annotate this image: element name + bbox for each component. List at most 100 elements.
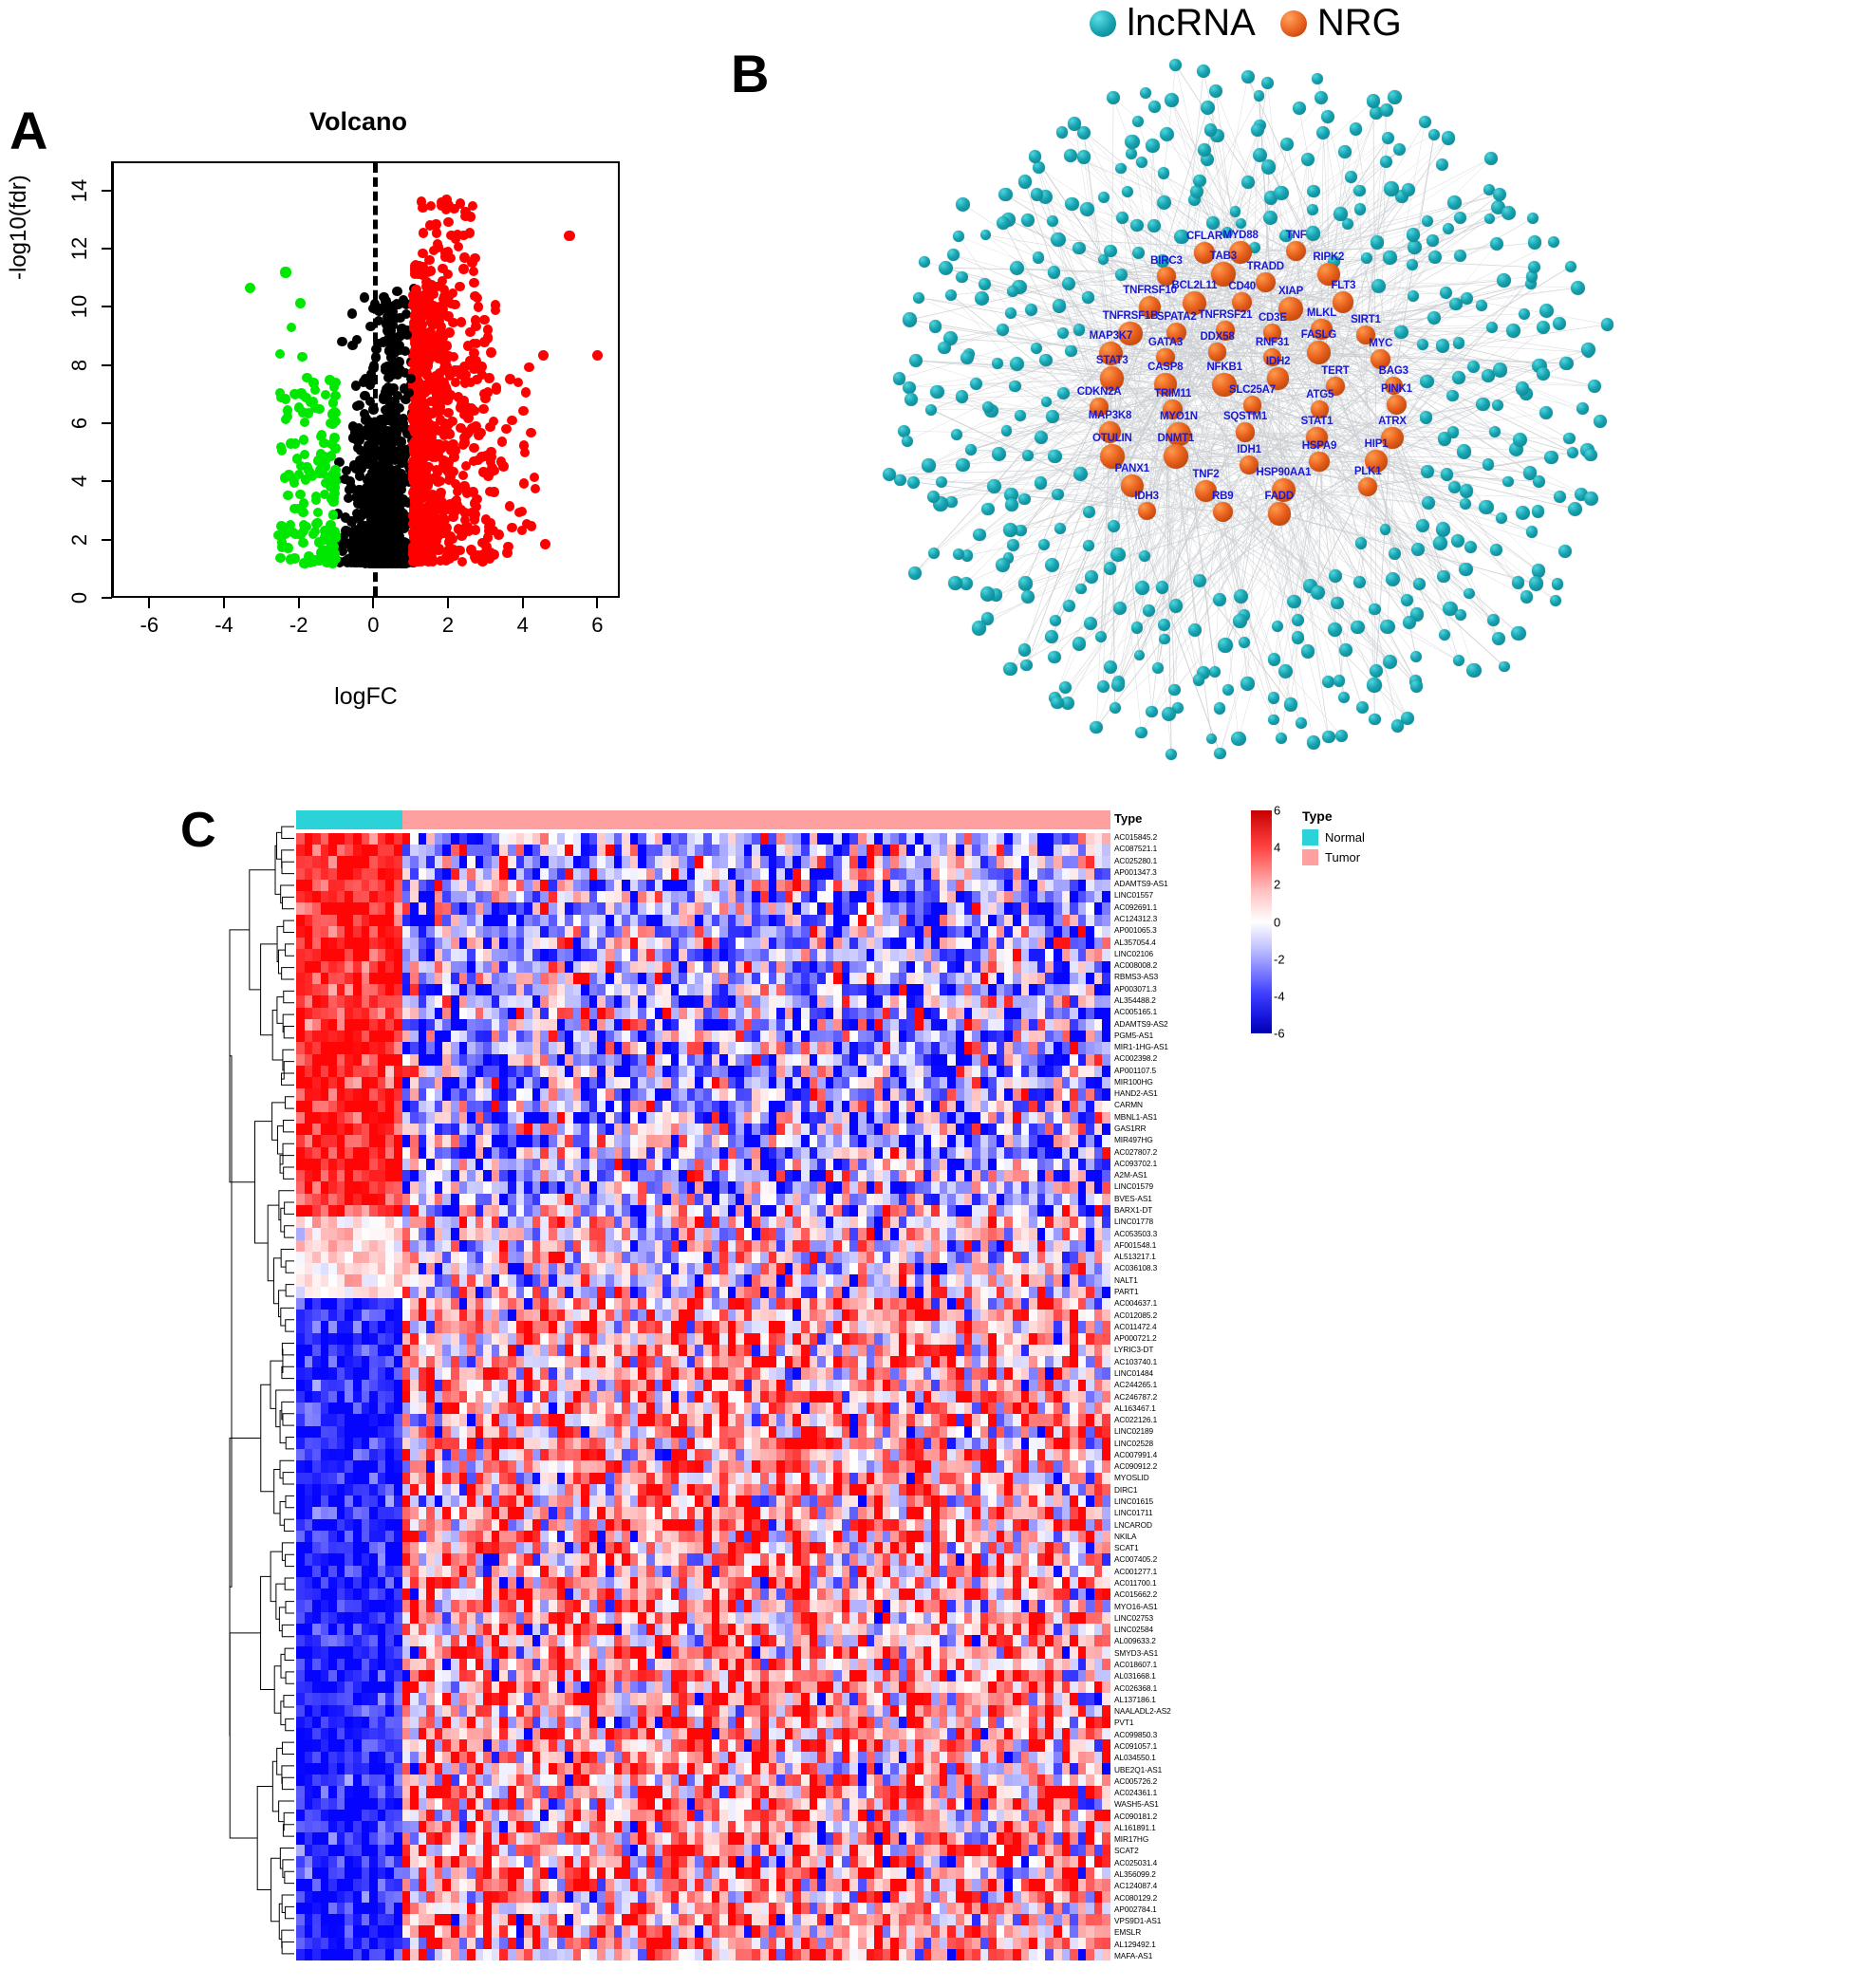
network-node-lncrna[interactable] bbox=[1017, 576, 1033, 591]
network-node-lncrna[interactable] bbox=[1439, 287, 1452, 299]
network-node-lncrna[interactable] bbox=[1390, 718, 1405, 733]
network-node-lncrna[interactable] bbox=[1050, 232, 1066, 248]
network-node-lncrna[interactable] bbox=[907, 567, 922, 580]
network-node-lncrna[interactable] bbox=[903, 312, 918, 327]
network-node-lncrna[interactable] bbox=[1553, 490, 1566, 503]
network-node-lncrna[interactable] bbox=[1464, 587, 1475, 600]
network-node-lncrna[interactable] bbox=[1345, 170, 1357, 183]
network-node-lncrna[interactable] bbox=[1039, 353, 1053, 367]
network-node-lncrna[interactable] bbox=[1240, 677, 1255, 691]
network-node-lncrna[interactable] bbox=[1410, 542, 1425, 557]
network-node-lncrna[interactable] bbox=[1520, 589, 1534, 604]
network-node-lncrna[interactable] bbox=[1231, 731, 1246, 747]
network-node-lncrna[interactable] bbox=[1564, 260, 1576, 272]
network-node-lncrna[interactable] bbox=[998, 187, 1013, 202]
network-node-lncrna[interactable] bbox=[1097, 192, 1110, 203]
network-node-lncrna[interactable] bbox=[1076, 150, 1091, 164]
network-node-lncrna[interactable] bbox=[1459, 562, 1473, 577]
network-node-lncrna[interactable] bbox=[1009, 380, 1022, 393]
network-node-lncrna[interactable] bbox=[1550, 594, 1561, 606]
network-node-lncrna[interactable] bbox=[974, 290, 989, 306]
network-node-lncrna[interactable] bbox=[1096, 679, 1110, 693]
network-node-lncrna[interactable] bbox=[938, 341, 951, 355]
network-node-lncrna[interactable] bbox=[1072, 324, 1086, 336]
network-node-lncrna[interactable] bbox=[1567, 501, 1582, 516]
network-node-lncrna[interactable] bbox=[1570, 280, 1585, 295]
network-node-lncrna[interactable] bbox=[1384, 181, 1399, 196]
network-node-lncrna[interactable] bbox=[1003, 661, 1017, 677]
network-node-lncrna[interactable] bbox=[1110, 548, 1126, 563]
network-node-lncrna[interactable] bbox=[1452, 655, 1464, 667]
network-node-lncrna[interactable] bbox=[1409, 679, 1424, 693]
network-node-lncrna[interactable] bbox=[991, 446, 1006, 461]
network-node-lncrna[interactable] bbox=[1291, 631, 1305, 644]
network-node-lncrna[interactable] bbox=[956, 270, 968, 284]
network-node-lncrna[interactable] bbox=[1380, 619, 1395, 634]
network-node-lncrna[interactable] bbox=[1268, 714, 1279, 726]
network-node-lncrna[interactable] bbox=[1218, 638, 1233, 653]
network-node-lncrna[interactable] bbox=[1115, 212, 1128, 224]
network-node-lncrna[interactable] bbox=[1370, 235, 1385, 250]
network-node-lncrna[interactable] bbox=[1531, 505, 1544, 518]
network-node-lncrna[interactable] bbox=[1058, 680, 1072, 695]
network-node-lncrna[interactable] bbox=[1189, 184, 1203, 198]
network-node-lncrna[interactable] bbox=[1009, 261, 1024, 276]
network-node-lncrna[interactable] bbox=[1544, 450, 1558, 465]
network-node-lncrna[interactable] bbox=[924, 403, 938, 416]
network-node-lncrna[interactable] bbox=[1045, 630, 1058, 644]
network-node-lncrna[interactable] bbox=[1125, 134, 1140, 150]
network-node-lncrna[interactable] bbox=[996, 557, 1011, 572]
network-node-lncrna[interactable] bbox=[1528, 576, 1543, 591]
network-node-lncrna[interactable] bbox=[1205, 733, 1218, 745]
network-node-lncrna[interactable] bbox=[1198, 143, 1211, 157]
network-node-lncrna[interactable] bbox=[1107, 519, 1120, 532]
network-node-lncrna[interactable] bbox=[893, 372, 906, 385]
network-node-lncrna[interactable] bbox=[1147, 101, 1161, 114]
network-node-lncrna[interactable] bbox=[1037, 538, 1050, 550]
network-node-lncrna[interactable] bbox=[1241, 176, 1255, 189]
network-node-lncrna[interactable] bbox=[922, 458, 936, 473]
network-node-lncrna[interactable] bbox=[1459, 497, 1471, 511]
network-node-lncrna[interactable] bbox=[1515, 381, 1530, 396]
network-node-lncrna[interactable] bbox=[1527, 261, 1540, 274]
network-node-lncrna[interactable] bbox=[1388, 89, 1402, 104]
network-node-lncrna[interactable] bbox=[1368, 713, 1381, 726]
network-node-lncrna[interactable] bbox=[1476, 299, 1487, 311]
network-node-lncrna[interactable] bbox=[1328, 569, 1342, 584]
network-node-lncrna[interactable] bbox=[1306, 735, 1321, 750]
network-node-lncrna[interactable] bbox=[1388, 547, 1401, 560]
network-node-lncrna[interactable] bbox=[1539, 405, 1553, 419]
network-node-lncrna[interactable] bbox=[1110, 678, 1125, 693]
network-node-lncrna[interactable] bbox=[1051, 696, 1064, 710]
network-node-lncrna[interactable] bbox=[1337, 145, 1352, 158]
network-node-lncrna[interactable] bbox=[1366, 94, 1381, 108]
network-node-lncrna[interactable] bbox=[1018, 493, 1031, 506]
network-node-lncrna[interactable] bbox=[1464, 540, 1477, 553]
network-node-lncrna[interactable] bbox=[1450, 534, 1464, 548]
network-node-lncrna[interactable] bbox=[1054, 522, 1066, 534]
network-node-lncrna[interactable] bbox=[1427, 128, 1441, 140]
network-node-lncrna[interactable] bbox=[1052, 299, 1067, 313]
network-node-lncrna[interactable] bbox=[1229, 205, 1241, 217]
network-node-nrg[interactable] bbox=[1137, 502, 1156, 521]
network-node-lncrna[interactable] bbox=[1068, 117, 1082, 131]
network-node-lncrna[interactable] bbox=[1193, 174, 1206, 187]
network-node-lncrna[interactable] bbox=[1408, 289, 1420, 302]
network-node-lncrna[interactable] bbox=[1055, 126, 1069, 139]
network-node-lncrna[interactable] bbox=[1322, 731, 1335, 744]
network-node-lncrna[interactable] bbox=[997, 324, 1010, 337]
network-node-lncrna[interactable] bbox=[1483, 458, 1495, 471]
network-node-lncrna[interactable] bbox=[1337, 691, 1350, 703]
network-node-lncrna[interactable] bbox=[1563, 433, 1576, 445]
network-node-lncrna[interactable] bbox=[1083, 540, 1094, 551]
network-node-lncrna[interactable] bbox=[1505, 324, 1520, 339]
network-node-nrg[interactable] bbox=[1267, 502, 1291, 526]
network-node-lncrna[interactable] bbox=[1496, 273, 1511, 288]
network-node-lncrna[interactable] bbox=[1407, 240, 1422, 254]
network-node-lncrna[interactable] bbox=[1559, 356, 1574, 371]
network-node-lncrna[interactable] bbox=[938, 260, 953, 275]
network-node-lncrna[interactable] bbox=[929, 384, 944, 399]
network-node-lncrna[interactable] bbox=[1499, 660, 1510, 673]
network-node-lncrna[interactable] bbox=[1489, 236, 1503, 251]
network-node-lncrna[interactable] bbox=[1007, 285, 1018, 297]
